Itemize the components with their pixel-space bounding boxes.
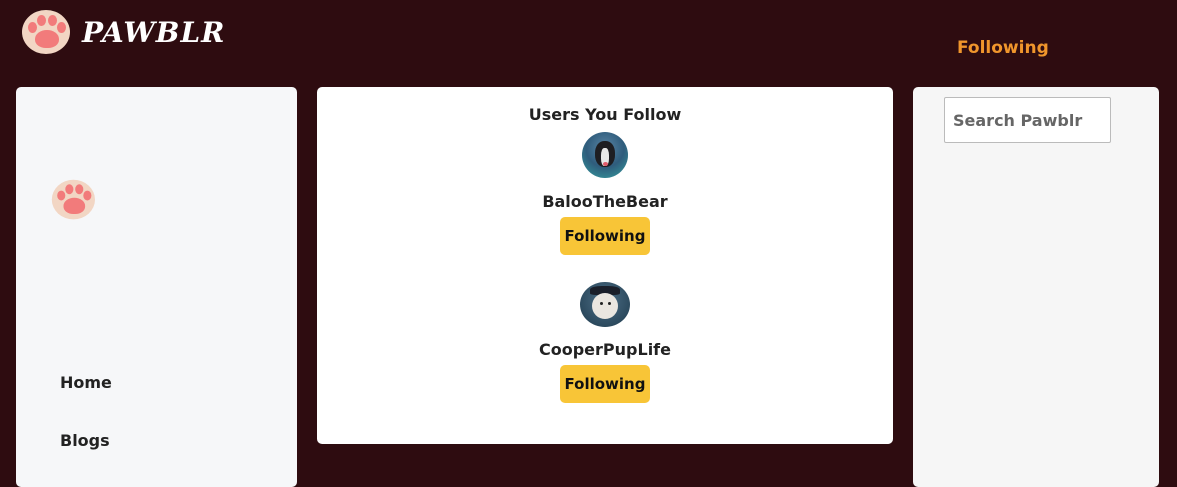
following-button[interactable]: Following (559, 365, 651, 403)
avatar[interactable] (582, 132, 628, 178)
search-input[interactable] (944, 97, 1111, 143)
sidebar-item-home[interactable]: Home (60, 373, 112, 392)
section-title: Users You Follow (528, 105, 682, 124)
nav-following-link[interactable]: Following (957, 38, 1049, 58)
left-sidebar (16, 87, 297, 487)
logo[interactable]: PAWBLR (20, 8, 225, 56)
top-navbar: PAWBLR Following (0, 0, 1177, 80)
username[interactable]: BalooTheBear (317, 192, 893, 211)
sidebar-paw-icon (50, 178, 97, 221)
followed-user-card: CooperPupLife Following (317, 282, 893, 403)
paw-logo-icon (20, 8, 72, 56)
username[interactable]: CooperPupLife (317, 340, 893, 359)
avatar[interactable] (580, 282, 630, 327)
followed-user-card: BalooTheBear Following (317, 132, 893, 255)
sidebar-item-blogs[interactable]: Blogs (60, 431, 110, 450)
right-sidebar (913, 87, 1159, 487)
following-button[interactable]: Following (559, 217, 651, 255)
logo-text: PAWBLR (82, 15, 226, 49)
